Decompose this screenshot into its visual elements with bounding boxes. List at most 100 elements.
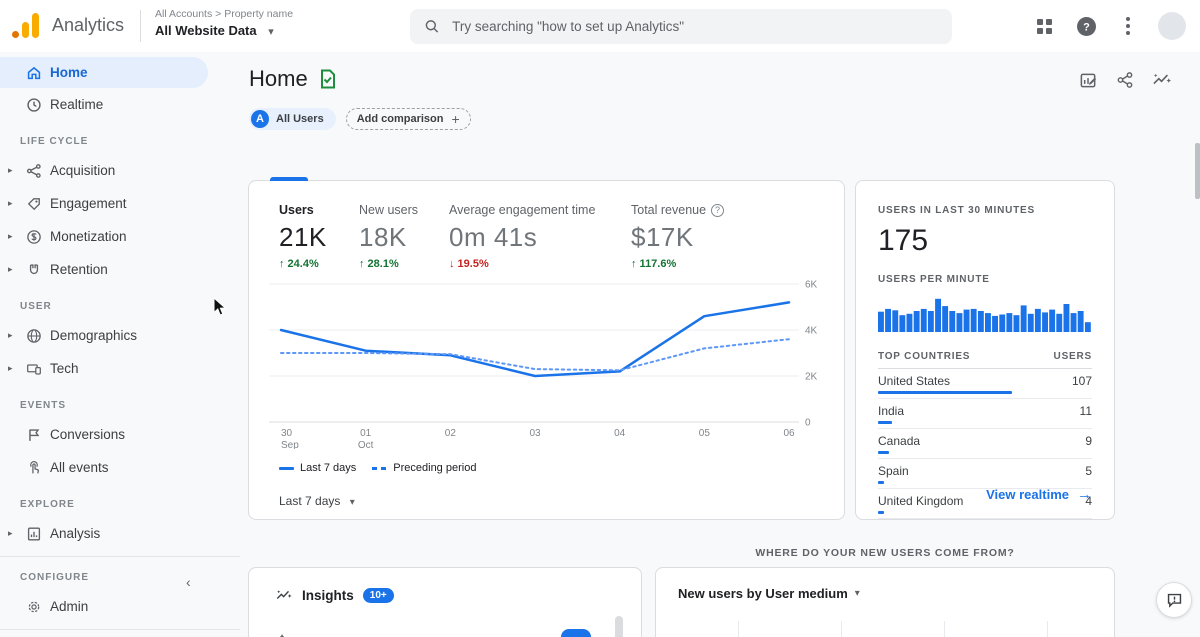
customize-report-icon[interactable] — [1076, 68, 1100, 92]
sidebar-item-all-events[interactable]: All events — [0, 451, 240, 484]
new-users-section-caption: WHERE DO YOUR NEW USERS COME FROM? — [755, 547, 1015, 559]
metric-tab-avg-engagement-time[interactable]: Average engagement time 0m 41s ↓ 19.5% — [449, 203, 631, 270]
metric-tab-users[interactable]: Users 21K ↑ 24.4% — [279, 203, 359, 270]
metric-tab-new-users[interactable]: New users 18K ↑ 28.1% — [359, 203, 449, 270]
sidebar-item-tech[interactable]: ▸ Tech — [0, 352, 240, 385]
country-row: United States 107 — [878, 369, 1092, 399]
legend-item: Last 7 days — [279, 462, 356, 474]
sidebar-item-admin[interactable]: Admin — [0, 590, 240, 623]
gear-icon — [24, 597, 44, 617]
users-per-minute-chart — [878, 295, 1092, 337]
users-header: USERS — [1053, 351, 1092, 362]
sidebar-collapse-icon[interactable]: ‹ — [186, 574, 191, 590]
svg-text:Oct: Oct — [358, 440, 374, 449]
globe-icon — [24, 326, 44, 346]
country-name: Canada — [878, 434, 921, 448]
metric-tab-total-revenue[interactable]: Total revenue? $17K ↑ 117.6% — [631, 203, 781, 270]
breadcrumb-separator: > — [215, 8, 222, 20]
chart-legend: Last 7 days Preceding period — [279, 462, 476, 474]
svg-text:06: 06 — [783, 428, 795, 439]
insights-scrollbar[interactable] — [615, 616, 623, 637]
expand-caret-icon[interactable]: ▸ — [8, 165, 18, 176]
sidebar-item-label: Realtime — [50, 97, 104, 112]
home-icon — [24, 63, 44, 83]
magnet-icon — [24, 260, 44, 280]
expand-caret-icon[interactable]: ▸ — [8, 231, 18, 242]
insights-partial-icon: ✦ — [277, 631, 287, 637]
property-selector[interactable]: All Website Data ▾ — [155, 23, 274, 38]
expand-caret-icon[interactable]: ▸ — [8, 198, 18, 209]
expand-caret-icon[interactable]: ▸ — [8, 363, 18, 374]
user-avatar[interactable] — [1158, 12, 1186, 40]
expand-caret-icon[interactable]: ▸ — [8, 528, 18, 539]
country-name: United States — [878, 374, 951, 388]
add-comparison-button[interactable]: Add comparison + — [345, 108, 471, 130]
metric-delta: ↑ 24.4% — [279, 258, 319, 270]
insights-count-badge: 10+ — [362, 588, 394, 603]
insights-header[interactable]: Insights 10+ — [249, 568, 641, 603]
country-bar — [878, 481, 884, 484]
new-users-dimension-selector[interactable]: New users by User medium ▾ — [656, 568, 1114, 601]
sidebar-item-demographics[interactable]: ▸ Demographics — [0, 319, 240, 352]
app-name: Analytics — [52, 15, 125, 35]
country-users: 11 — [1079, 404, 1092, 418]
all-users-chip[interactable]: A All Users — [249, 108, 336, 130]
svg-text:30: 30 — [281, 428, 293, 439]
page-title: Home — [249, 66, 337, 92]
help-icon[interactable]: ? — [1074, 14, 1098, 38]
metric-delta: ↑ 28.1% — [359, 258, 399, 270]
metric-label: New users — [359, 203, 419, 217]
insights-partial-badge — [561, 629, 591, 637]
sidebar-item-monetization[interactable]: ▸ Monetization — [0, 220, 240, 253]
date-range-selector[interactable]: Last 7 days ▾ — [279, 494, 355, 508]
report-saved-icon — [320, 69, 335, 89]
svg-text:2K: 2K — [805, 372, 818, 383]
sidebar-item-label: Conversions — [50, 427, 126, 442]
sidebar-item-acquisition[interactable]: ▸ Acquisition — [0, 154, 240, 187]
caret-down-icon: ▾ — [349, 497, 355, 508]
search-bar[interactable] — [410, 9, 952, 44]
svg-text:04: 04 — [614, 428, 626, 439]
svg-text:4K: 4K — [805, 326, 818, 337]
country-row: Spain 5 — [878, 459, 1092, 489]
sidebar-item-analysis[interactable]: ▸ Analysis — [0, 517, 240, 550]
metric-delta: ↓ 19.5% — [449, 258, 489, 270]
sidebar-item-retention[interactable]: ▸ Retention — [0, 253, 240, 286]
view-realtime-link[interactable]: View realtime → — [986, 486, 1092, 503]
expand-caret-icon[interactable]: ▸ — [8, 264, 18, 275]
more-vert-icon[interactable] — [1116, 14, 1140, 38]
feedback-button[interactable] — [1156, 582, 1192, 618]
country-name: Spain — [878, 464, 909, 478]
country-bar — [878, 451, 889, 454]
country-name: India — [878, 404, 905, 418]
country-name: United Kingdom — [878, 494, 964, 508]
expand-caret-icon[interactable]: ▸ — [8, 330, 18, 341]
add-comparison-label: Add comparison — [356, 113, 444, 125]
sidebar-item-label: Engagement — [50, 196, 127, 211]
metric-tabs: Users 21K ↑ 24.4% New users 18K ↑ 28.1% Averag… — [249, 181, 844, 270]
sidebar-item-engagement[interactable]: ▸ Engagement — [0, 187, 240, 220]
users-line-chart: 0 2K 4K 6K 30 Sep 01 Oct 02 03 04 05 06 — [269, 277, 829, 454]
metric-label: Users — [279, 203, 314, 217]
sidebar-item-label: Monetization — [50, 229, 127, 244]
sidebar-item-label: Demographics — [50, 328, 138, 343]
search-input[interactable] — [452, 19, 938, 34]
apps-grid-icon[interactable] — [1032, 14, 1056, 38]
country-bar — [878, 391, 1012, 394]
insights-icon[interactable] — [1150, 68, 1174, 92]
sidebar-item-conversions[interactable]: Conversions — [0, 418, 240, 451]
sidebar-item-label: Analysis — [50, 526, 101, 541]
sidebar-item-realtime[interactable]: Realtime — [0, 88, 240, 121]
sidebar-item-home[interactable]: Home — [0, 57, 208, 88]
sidebar-section-label: LIFE CYCLE — [20, 136, 89, 147]
countries-table-header: TOP COUNTRIES USERS — [878, 351, 1092, 369]
sidebar-item-label: Tech — [50, 361, 79, 376]
page-scrollbar[interactable] — [1195, 143, 1200, 199]
metric-value: $17K — [631, 222, 694, 252]
sidebar-item-label: Retention — [50, 262, 108, 277]
app-bar: Analytics All Accounts > Property name A… — [0, 0, 1200, 52]
sidebar-section-label: EXPLORE — [20, 499, 75, 510]
analysis-icon — [24, 524, 44, 544]
share-icon[interactable] — [1113, 68, 1137, 92]
search-icon — [425, 20, 439, 33]
